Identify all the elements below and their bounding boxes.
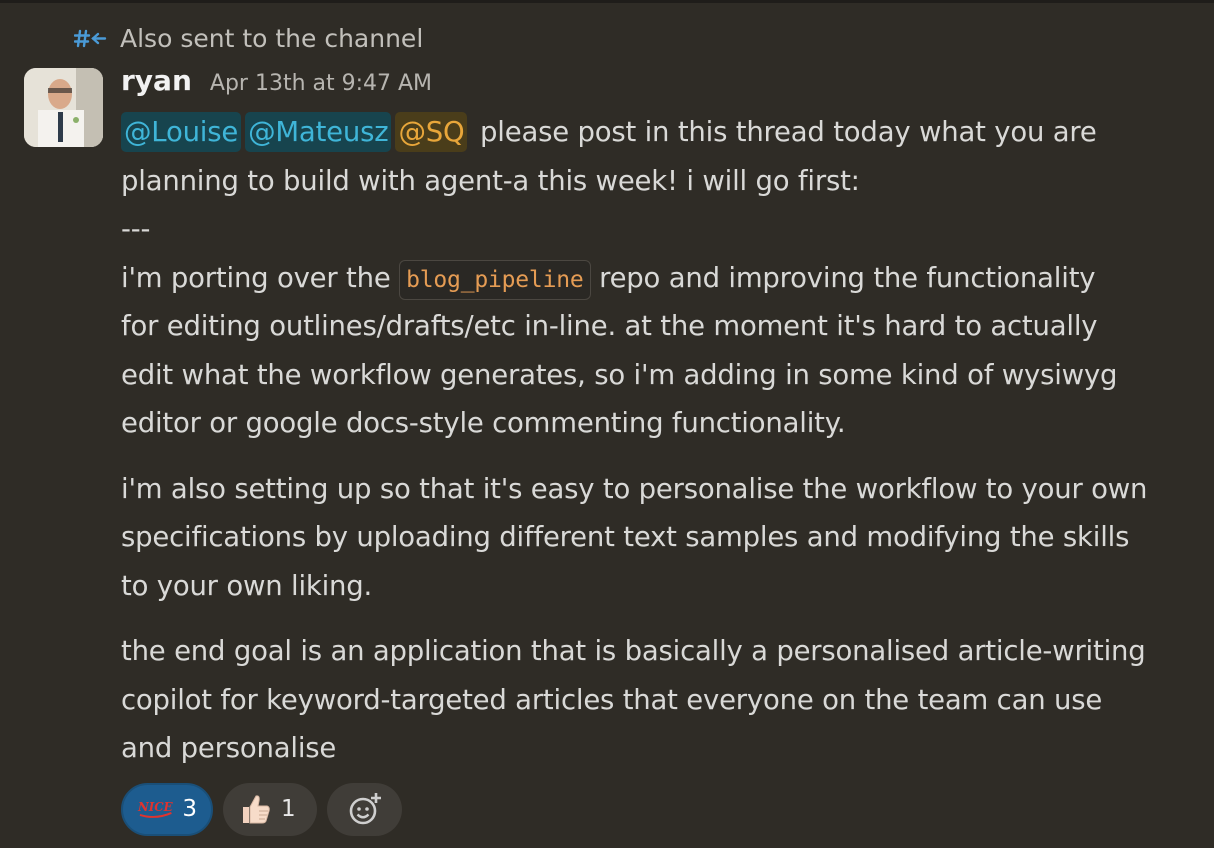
reaction-thumbs-up[interactable]: 1 — [223, 782, 317, 836]
channel-share-icon — [74, 29, 107, 48]
thumbs-up-icon — [243, 795, 270, 824]
add-emoji-icon — [349, 793, 381, 825]
reaction-count: 3 — [182, 796, 197, 822]
message-body: @Louise @Mateusz @SQ please post in this t… — [121, 108, 1211, 773]
message-line: planning to build with agent-a this week… — [121, 164, 860, 197]
reaction-count: 1 — [281, 796, 296, 822]
mention-mateusz[interactable]: @Mateusz — [245, 112, 392, 152]
message-text: repo and improving the functionality — [590, 261, 1096, 294]
add-reaction-button[interactable] — [327, 782, 402, 836]
message-line: editor or google docs-style commenting f… — [121, 407, 846, 439]
message-line: to your own liking. — [121, 569, 373, 602]
message-line: i'm porting over the blog_pipeline repo … — [121, 254, 1211, 303]
message-line: edit what the workflow generates, so i'm… — [121, 358, 1118, 391]
message-line: for editing outlines/drafts/etc in-line.… — [121, 310, 1098, 342]
message-line: @Louise @Mateusz @SQ please post in this t… — [121, 108, 1211, 157]
author-name[interactable]: ryan — [121, 64, 192, 97]
message-line: i'm also setting up so that it's easy to… — [121, 472, 1148, 505]
message: ryan Apr 13th at 9:47 AM @Louise @Mateusz… — [121, 64, 1211, 836]
mention-sq[interactable]: @SQ — [395, 112, 468, 152]
message-timestamp[interactable]: Apr 13th at 9:47 AM — [210, 71, 432, 96]
reaction-nice[interactable]: NICE 3 — [121, 782, 213, 836]
thread-note-text: Also sent to the channel — [120, 23, 424, 53]
nice-emoji-icon: NICE — [137, 800, 174, 818]
message-separator: --- — [121, 213, 151, 245]
message-line: copilot for keyword-targeted articles th… — [121, 683, 1103, 716]
message-header: ryan Apr 13th at 9:47 AM — [121, 64, 1211, 108]
message-text: please post in this thread today what yo… — [471, 116, 1097, 148]
message-line: the end goal is an application that is b… — [121, 635, 1146, 667]
inline-code: blog_pipeline — [399, 259, 591, 300]
avatar-image — [24, 68, 103, 147]
also-sent-to-channel-note[interactable]: Also sent to the channel — [74, 22, 423, 54]
top-divider — [0, 0, 1214, 3]
message-text: i'm porting over the — [121, 261, 400, 294]
svg-text:NICE: NICE — [137, 800, 174, 814]
mention-louise[interactable]: @Louise — [121, 112, 242, 152]
reactions-bar: NICE 3 1 — [121, 782, 1211, 836]
avatar[interactable] — [24, 68, 103, 147]
message-line: and personalise — [121, 732, 337, 764]
message-line: specifications by uploading different te… — [121, 521, 1130, 553]
